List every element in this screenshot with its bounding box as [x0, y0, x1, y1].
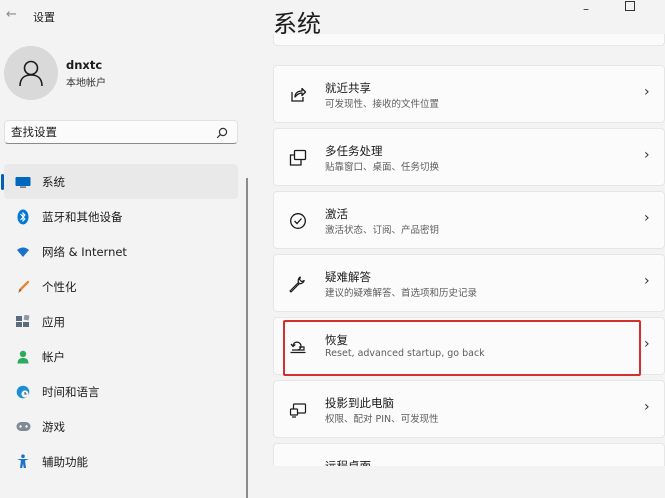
monitor-icon	[14, 173, 32, 191]
chevron-right-icon: ›	[644, 147, 650, 163]
account-icon	[14, 348, 32, 366]
check-circle-icon	[288, 211, 308, 231]
recovery-icon	[288, 337, 308, 357]
chevron-right-icon: ›	[644, 210, 650, 226]
card-troubleshoot[interactable]: 疑难解答 建议的疑难解答、首选项和历史记录 ›	[273, 254, 665, 312]
projector-icon	[288, 400, 308, 420]
card-title: 恢复	[325, 333, 348, 347]
search-icon[interactable]	[216, 124, 228, 143]
card-title: 就近共享	[325, 81, 371, 95]
nav-item-apps[interactable]: 应用	[4, 304, 238, 339]
nav-label: 系统	[42, 174, 65, 189]
card-title: 投影到此电脑	[325, 396, 394, 410]
wifi-icon	[14, 243, 32, 261]
nav-item-system[interactable]: 系统	[1, 164, 238, 199]
back-arrow-icon[interactable]: ←	[6, 7, 17, 22]
search-box[interactable]	[4, 120, 238, 144]
card-title: 疑难解答	[325, 270, 371, 284]
card-title: 多任务处理	[325, 144, 383, 158]
sidebar: dnxtc 本地帐户 系统 蓝牙和其他设备 网络 & Internet	[0, 32, 256, 498]
chevron-right-icon: ›	[644, 399, 650, 415]
nav-label: 游戏	[42, 419, 65, 434]
card-remote-desktop[interactable]: 远程桌面	[273, 443, 665, 466]
card-subtitle: 可发现性、接收的文件位置	[325, 99, 440, 110]
nav-item-network[interactable]: 网络 & Internet	[4, 234, 238, 269]
brush-icon	[14, 278, 32, 296]
account-type: 本地帐户	[66, 78, 106, 89]
sidebar-scrollbar[interactable]	[246, 178, 248, 498]
chevron-right-icon: ›	[644, 84, 650, 100]
chevron-right-icon: ›	[644, 336, 650, 352]
card-activation[interactable]: 激活 激活状态、订阅、产品密钥 ›	[273, 191, 665, 249]
card-subtitle: 贴靠窗口、桌面、任务切换	[325, 162, 440, 173]
card-project-to-pc[interactable]: 投影到此电脑 权限、配对 PIN、可发现性 ›	[273, 380, 665, 438]
card-subtitle: 权限、配对 PIN、可发现性	[325, 414, 439, 425]
card-subtitle: 建议的疑难解答、首选项和历史记录	[325, 288, 478, 299]
settings-card-list: 就近共享 可发现性、接收的文件位置 › 多任务处理 贴靠窗口、桌面、任务切换 ›…	[273, 0, 665, 466]
card-recovery[interactable]: 恢复 Reset, advanced startup, go back ›	[273, 317, 665, 375]
card-multitasking[interactable]: 多任务处理 贴靠窗口、桌面、任务切换 ›	[273, 128, 665, 186]
card-nearby-sharing[interactable]: 就近共享 可发现性、接收的文件位置 ›	[273, 65, 665, 123]
nav-list: 系统 蓝牙和其他设备 网络 & Internet 个性化 应用 帐户 时间和语言…	[0, 164, 240, 479]
share-icon	[288, 85, 308, 105]
nav-item-accounts[interactable]: 帐户	[4, 339, 238, 374]
wrench-icon	[288, 274, 308, 294]
account-card[interactable]: dnxtc 本地帐户	[4, 46, 244, 102]
card-subtitle: Reset, advanced startup, go back	[325, 348, 485, 359]
app-title: 设置	[33, 11, 55, 24]
card-title: 远程桌面	[325, 459, 371, 466]
gamepad-icon	[14, 418, 32, 436]
nav-item-accessibility[interactable]: 辅助功能	[4, 444, 238, 479]
search-input[interactable]	[11, 124, 201, 140]
nav-item-gaming[interactable]: 游戏	[4, 409, 238, 444]
person-icon	[4, 46, 58, 100]
card-subtitle: 激活状态、订阅、产品密钥	[325, 225, 440, 236]
globe-clock-icon	[14, 383, 32, 401]
nav-label: 蓝牙和其他设备	[42, 209, 123, 224]
chevron-right-icon: ›	[644, 273, 650, 289]
nav-item-time-language[interactable]: 时间和语言	[4, 374, 238, 409]
accessibility-icon	[14, 453, 32, 471]
nav-label: 辅助功能	[42, 454, 88, 469]
nav-item-bluetooth[interactable]: 蓝牙和其他设备	[4, 199, 238, 234]
nav-label: 个性化	[42, 279, 77, 294]
multitasking-icon	[288, 148, 308, 168]
nav-label: 时间和语言	[42, 384, 100, 399]
active-indicator	[1, 174, 4, 190]
nav-label: 帐户	[42, 349, 65, 364]
card-title: 激活	[325, 207, 348, 221]
nav-item-personalization[interactable]: 个性化	[4, 269, 238, 304]
apps-icon	[14, 313, 32, 331]
bluetooth-icon	[14, 208, 32, 226]
user-name: dnxtc	[66, 58, 103, 72]
settings-card-partial	[273, 34, 665, 46]
nav-label: 应用	[42, 314, 65, 329]
nav-label: 网络 & Internet	[42, 244, 127, 259]
